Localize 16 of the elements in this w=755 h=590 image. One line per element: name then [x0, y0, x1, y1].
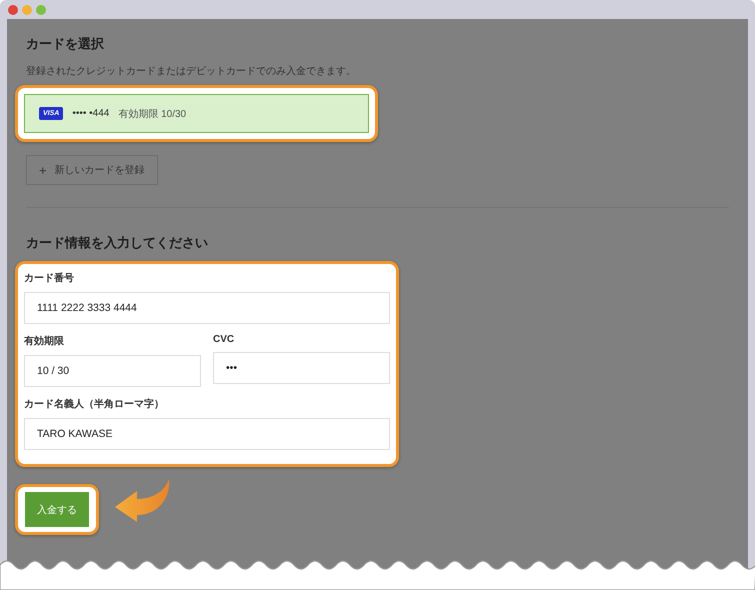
section-description: 登録されたクレジットカードまたはデビットカードでのみ入金できます。	[26, 64, 356, 78]
input-field[interactable]: 10 / 30	[24, 355, 201, 387]
card-number: •••• •444	[72, 108, 110, 119]
field-label: カード名義人（半角ローマ字）	[24, 397, 164, 411]
field-label: カード番号	[24, 272, 74, 285]
field-label: 有効期限	[24, 334, 64, 348]
input-field[interactable]: 1111 2222 3333 4444	[24, 292, 390, 324]
input-field[interactable]: TARO KAWASE	[24, 418, 390, 450]
field-label: CVC	[213, 334, 234, 345]
section-title: カードを選択	[26, 35, 104, 53]
window-control[interactable]	[36, 4, 46, 14]
window-control[interactable]	[8, 4, 18, 14]
input-field[interactable]: •••	[213, 352, 390, 384]
card-expiry: 有効期限 10/30	[118, 108, 186, 120]
window-control[interactable]	[22, 4, 32, 14]
section-title: カード情報を入力してください	[26, 234, 208, 252]
